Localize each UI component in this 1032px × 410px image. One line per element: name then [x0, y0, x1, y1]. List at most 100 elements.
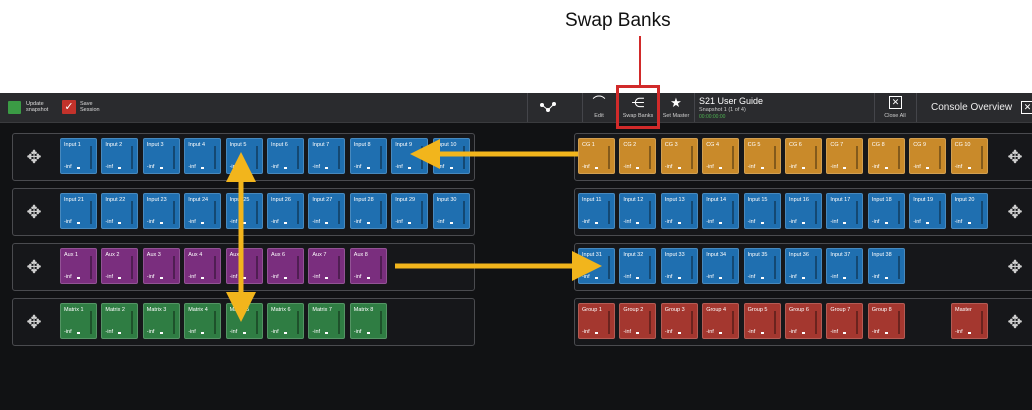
channel-strip[interactable]: CG 6 -inf [785, 138, 822, 174]
channel-strip[interactable]: Input 31 -inf [578, 248, 615, 284]
channel-strip[interactable]: Input 20 -inf [950, 193, 988, 229]
channel-strip[interactable]: Input 16 -inf [785, 193, 822, 229]
channel-strip[interactable]: Aux 8 -inf [349, 248, 387, 284]
channel-name: Aux 5 [229, 252, 244, 258]
channel-strip[interactable]: CG 2 -inf [619, 138, 657, 174]
channel-strip[interactable]: Matrix 7 -inf [308, 303, 346, 339]
level-meter [214, 201, 217, 224]
channel-strip[interactable]: Input 11 -inf [578, 193, 615, 229]
channel-strip[interactable]: Input 5 -inf [225, 138, 263, 174]
channel-level: -inf [664, 329, 673, 335]
fader-indicator [595, 167, 598, 169]
channel-strip[interactable]: Input 7 -inf [308, 138, 346, 174]
fader-indicator [595, 277, 598, 279]
move-handle-icon[interactable]: ✥ [1004, 146, 1026, 168]
channel-strip[interactable]: Aux 6 -inf [267, 248, 304, 284]
channel-strip[interactable]: Input 27 -inf [308, 193, 346, 229]
level-meter [980, 201, 983, 224]
channel-strip[interactable]: Input 10 -inf [432, 138, 470, 174]
channel-level: -inf [188, 329, 196, 335]
channel-strip[interactable]: CG 7 -inf [826, 138, 864, 174]
move-handle-icon[interactable]: ✥ [23, 256, 45, 278]
channel-strip[interactable]: CG 9 -inf [909, 138, 947, 174]
channel-strip[interactable]: Aux 1 -inf [60, 248, 97, 284]
channel-strip[interactable]: Group 5 -inf [743, 303, 781, 339]
channel-strip[interactable]: Input 28 -inf [349, 193, 387, 229]
channel-strip[interactable]: Input 2 -inf [101, 138, 139, 174]
channel-strip[interactable]: Input 29 -inf [391, 193, 429, 229]
channel-strip[interactable]: Matrix 4 -inf [184, 303, 222, 339]
channel-strip[interactable]: Input 3 -inf [142, 138, 180, 174]
channel-strip[interactable]: Group 3 -inf [660, 303, 698, 339]
channel-strip[interactable]: Aux 4 -inf [184, 248, 222, 284]
move-handle-icon[interactable]: ✥ [1004, 311, 1026, 333]
channel-strip[interactable]: Input 30 -inf [432, 193, 470, 229]
channel-strip[interactable]: Input 24 -inf [184, 193, 222, 229]
set-master-button[interactable]: ★ Set Master [660, 93, 692, 122]
channel-strip[interactable]: Group 4 -inf [702, 303, 740, 339]
channel-strip[interactable]: Input 32 -inf [619, 248, 657, 284]
channel-strip[interactable]: Input 25 -inf [225, 193, 263, 229]
channel-strip[interactable]: Group 2 -inf [619, 303, 657, 339]
close-view-icon[interactable]: ✕ [1021, 101, 1032, 114]
channel-strip[interactable]: Matrix 6 -inf [267, 303, 304, 339]
channel-strip[interactable]: Aux 2 -inf [101, 248, 139, 284]
channel-strip[interactable]: Group 8 -inf [867, 303, 905, 339]
channel-strip[interactable]: Input 12 -inf [619, 193, 657, 229]
channel-strip[interactable]: Input 19 -inf [909, 193, 947, 229]
channel-strip[interactable]: Input 13 -inf [660, 193, 698, 229]
move-handle-icon[interactable]: ✥ [23, 146, 45, 168]
channel-level: -inf [871, 329, 880, 335]
channel-strip[interactable]: CG 4 -inf [702, 138, 740, 174]
channel-strip[interactable]: Input 4 -inf [184, 138, 222, 174]
channel-strip[interactable]: Input 36 -inf [785, 248, 822, 284]
channel-strip[interactable]: Aux 3 -inf [142, 248, 180, 284]
channel-strip[interactable]: Matrix 1 -inf [60, 303, 97, 339]
channel-strip[interactable]: Input 8 -inf [349, 138, 387, 174]
channel-strip[interactable]: CG 5 -inf [743, 138, 781, 174]
edit-button[interactable]: ⌒ Edit [582, 93, 615, 122]
channel-strip[interactable]: Input 17 -inf [826, 193, 864, 229]
channel-strip[interactable]: Input 23 -inf [142, 193, 180, 229]
channel-strip[interactable]: Input 21 -inf [60, 193, 97, 229]
channel-strip[interactable]: Aux 5 -inf [225, 248, 263, 284]
move-handle-icon[interactable]: ✥ [23, 311, 45, 333]
channel-strip[interactable]: Input 37 -inf [826, 248, 864, 284]
channel-strip[interactable]: CG 3 -inf [660, 138, 698, 174]
channel-strip[interactable]: Input 1 -inf [60, 138, 97, 174]
channel-strip[interactable]: Input 35 -inf [743, 248, 781, 284]
channel-strip[interactable]: Matrix 5 -inf [225, 303, 263, 339]
channel-name: Group 6 [789, 307, 809, 313]
update-snapshot-button[interactable]: Update snapshot [6, 93, 52, 122]
save-session-button[interactable]: ✓ Save Session [62, 93, 108, 122]
channel-strip[interactable]: Input 18 -inf [867, 193, 905, 229]
channel-strip[interactable]: Master -inf [951, 303, 988, 339]
channel-strip[interactable]: Group 1 -inf [578, 303, 615, 339]
channel-strip[interactable]: Input 15 -inf [743, 193, 781, 229]
channel-strip[interactable]: Aux 7 -inf [308, 248, 346, 284]
channel-strip[interactable]: Input 22 -inf [101, 193, 139, 229]
network-button[interactable] [527, 93, 568, 122]
channel-strip[interactable]: Input 26 -inf [267, 193, 304, 229]
channel-strip[interactable]: CG 8 -inf [867, 138, 905, 174]
channel-strip[interactable]: CG 10 -inf [950, 138, 988, 174]
channel-strip[interactable]: Input 6 -inf [267, 138, 304, 174]
fader-indicator [802, 277, 805, 279]
move-handle-icon[interactable]: ✥ [1004, 256, 1026, 278]
channel-strip[interactable]: Input 38 -inf [867, 248, 905, 284]
channel-strip[interactable]: Input 33 -inf [660, 248, 698, 284]
channel-name: Input 31 [582, 252, 602, 258]
channel-strip[interactable]: Matrix 8 -inf [349, 303, 387, 339]
channel-strip[interactable]: Matrix 2 -inf [101, 303, 139, 339]
channel-strip[interactable]: Input 14 -inf [702, 193, 740, 229]
move-handle-icon[interactable]: ✥ [23, 201, 45, 223]
channel-strip[interactable]: Input 34 -inf [702, 248, 740, 284]
move-handle-icon[interactable]: ✥ [1004, 201, 1026, 223]
channel-strip[interactable]: CG 1 -inf [578, 138, 615, 174]
channel-strip[interactable]: Group 6 -inf [785, 303, 822, 339]
channel-strip[interactable]: Matrix 3 -inf [142, 303, 180, 339]
channel-strip[interactable]: Group 7 -inf [826, 303, 864, 339]
close-all-button[interactable]: ✕ Close All [874, 93, 915, 122]
fader-indicator [159, 167, 163, 169]
channel-strip[interactable]: Input 9 -inf [391, 138, 429, 174]
